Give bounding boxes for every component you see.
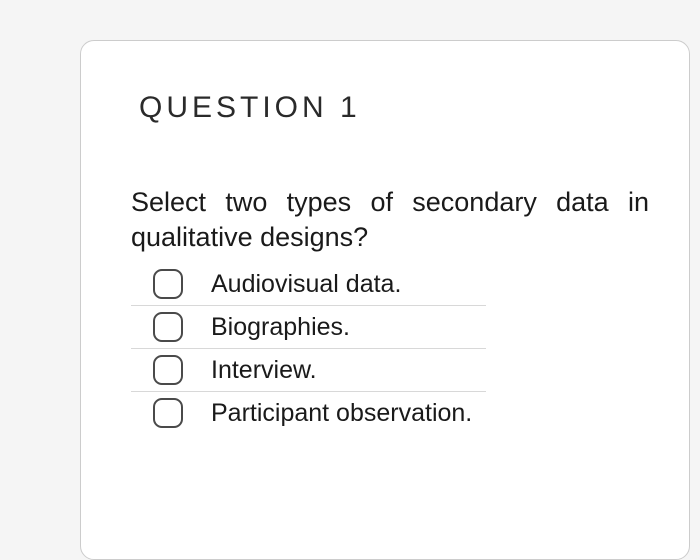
question-card: QUESTION 1 Select two types of secondary… [80,40,690,560]
option-label: Interview. [193,349,486,392]
option-label: Audiovisual data. [193,263,486,306]
checkbox[interactable] [153,269,183,299]
checkbox-cell [131,349,193,392]
option-label: Biographies. [193,306,486,349]
option-row: Participant observation. [131,392,486,435]
option-row: Interview. [131,349,486,392]
checkbox-cell [131,392,193,435]
options-list: Audiovisual data. Biographies. Interview… [131,263,486,434]
option-row: Biographies. [131,306,486,349]
question-title: QUESTION 1 [139,91,649,125]
option-row: Audiovisual data. [131,263,486,306]
checkbox[interactable] [153,312,183,342]
option-label: Participant observation. [193,392,486,435]
question-prompt: Select two types of secondary data in qu… [131,185,649,255]
checkbox[interactable] [153,355,183,385]
checkbox[interactable] [153,398,183,428]
checkbox-cell [131,306,193,349]
checkbox-cell [131,263,193,306]
